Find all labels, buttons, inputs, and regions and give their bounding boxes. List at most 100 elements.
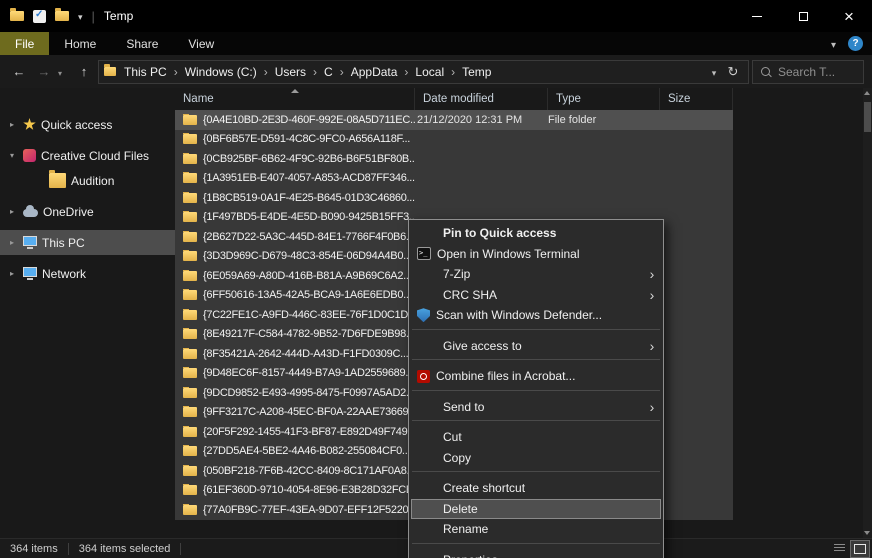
ribbon-tab[interactable]: File <box>0 32 49 55</box>
vertical-scrollbar[interactable] <box>863 88 872 538</box>
file-name: {2B627D22-5A3C-445D-84E1-7766F4F0B6... <box>203 231 414 243</box>
file-row[interactable]: {1B8CB519-0A1F-4E25-B645-01D3C46860... <box>175 188 733 208</box>
column-header[interactable]: Size <box>660 88 733 110</box>
properties-icon[interactable] <box>33 10 46 23</box>
context-menu-item[interactable]: Delete <box>411 499 661 520</box>
ribbon-collapse-chevron-icon[interactable] <box>831 37 836 51</box>
navigation-bar: This PC › Windows (C:) › Users › C › App… <box>0 55 872 88</box>
sidebar-item[interactable]: ▾ Creative Cloud Files <box>0 143 175 168</box>
scroll-down-arrow-icon[interactable] <box>864 531 870 535</box>
breadcrumb-item[interactable]: Local <box>409 65 450 79</box>
folder-icon <box>183 505 197 515</box>
sidebar: ▸ Quick access ▾ Creative Cloud Files Au… <box>0 88 175 538</box>
address-dropdown-chevron-icon[interactable] <box>705 65 723 79</box>
menu-item-icon <box>417 225 437 241</box>
file-name-cell: {050BF218-7F6B-42CC-8409-8C171AF0A8... <box>175 465 415 477</box>
qat-customize-chevron-icon[interactable] <box>78 9 83 23</box>
ribbon-tab[interactable]: Home <box>49 32 111 55</box>
large-icons-view-button[interactable] <box>851 541 869 557</box>
close-button[interactable] <box>826 0 872 32</box>
context-menu-item <box>411 329 661 336</box>
sidebar-item[interactable]: ▸ Quick access <box>0 112 175 137</box>
refresh-icon[interactable] <box>723 64 743 80</box>
column-header[interactable]: Name <box>175 88 415 110</box>
breadcrumb-item[interactable]: Temp <box>456 65 497 79</box>
sidebar-item[interactable]: ▸ OneDrive <box>0 199 175 224</box>
context-menu-item[interactable]: Cut <box>411 427 661 448</box>
help-icon[interactable]: ? <box>848 36 863 51</box>
breadcrumb-item[interactable]: Users <box>269 65 312 79</box>
context-menu-item[interactable]: Create shortcut <box>411 478 661 499</box>
context-menu-item <box>411 390 661 397</box>
context-menu-item[interactable]: 7-Zip <box>411 264 661 285</box>
date-modified-cell: 21/12/2020 12:31 PM <box>415 114 548 126</box>
context-menu-item[interactable]: Give access to <box>411 336 661 357</box>
menu-item-label: Give access to <box>443 339 645 353</box>
context-menu-item[interactable]: Properties <box>411 550 661 558</box>
ribbon-tab[interactable]: Share <box>111 32 173 55</box>
breadcrumb-item[interactable]: This PC <box>118 65 173 79</box>
breadcrumb-item[interactable]: Windows (C:) <box>179 65 263 79</box>
context-menu-item[interactable]: Copy <box>411 448 661 469</box>
forward-button[interactable] <box>33 60 55 84</box>
new-folder-icon[interactable] <box>55 11 69 21</box>
scrollbar-thumb[interactable] <box>864 102 871 132</box>
sidebar-item[interactable]: Audition <box>0 168 175 193</box>
context-menu-item[interactable]: Combine files in Acrobat... <box>411 366 661 387</box>
sidebar-item[interactable]: ▸ This PC <box>0 230 175 255</box>
details-view-button[interactable] <box>830 541 848 557</box>
search-box[interactable]: Search T... <box>752 60 864 84</box>
file-name: {8E49217F-C584-4782-9B52-7D6FDE9B98... <box>203 328 414 340</box>
expand-chevron-icon[interactable]: ▸ <box>6 269 18 278</box>
file-name-cell: {7C22FE1C-A9FD-446C-83EE-76F1D0C1D... <box>175 309 415 321</box>
column-header[interactable]: Type <box>548 88 660 110</box>
sidebar-item-label: Network <box>42 267 86 281</box>
breadcrumb-item[interactable]: C <box>318 65 339 79</box>
context-menu-item <box>411 420 661 427</box>
expand-chevron-icon[interactable]: ▸ <box>6 207 18 216</box>
file-row[interactable]: {0A4E10BD-2E3D-460F-992E-08A5D711EC... 2… <box>175 110 733 130</box>
menu-item-icon <box>417 501 437 517</box>
menu-item-icon <box>417 287 437 303</box>
file-name-cell: {61EF360D-9710-4054-8E96-E3B28D32FCE... <box>175 484 415 496</box>
minimize-button[interactable] <box>734 0 780 32</box>
file-row[interactable]: {1A3951EB-E407-4057-A853-ACD87FF346... <box>175 169 733 189</box>
up-button[interactable] <box>73 60 95 84</box>
sidebar-item-label: Creative Cloud Files <box>41 149 149 163</box>
context-menu-item[interactable]: Pin to Quick access <box>411 223 661 244</box>
file-name: {0BF6B57E-D591-4C8C-9FC0-A656A118F... <box>203 133 410 145</box>
file-row[interactable]: {0CB925BF-6B62-4F9C-92B6-B6F51BF80B... <box>175 149 733 169</box>
file-row[interactable]: {0BF6B57E-D591-4C8C-9FC0-A656A118F... <box>175 130 733 150</box>
recent-locations-chevron-icon[interactable] <box>58 65 70 79</box>
context-menu-item[interactable]: CRC SHA <box>411 285 661 306</box>
context-menu-item[interactable]: Open in Windows Terminal <box>411 244 661 265</box>
column-header[interactable]: Date modified <box>415 88 548 110</box>
expand-chevron-icon[interactable]: ▾ <box>6 151 18 160</box>
address-bar[interactable]: This PC › Windows (C:) › Users › C › App… <box>98 60 749 84</box>
file-name: {6FF50616-13A5-42A5-BCA9-1A6E6EDB0... <box>203 289 411 301</box>
scroll-up-arrow-icon[interactable] <box>864 91 870 95</box>
sidebar-item-label: Audition <box>71 174 114 188</box>
type-cell: File folder <box>548 114 660 126</box>
file-name-cell: {0CB925BF-6B62-4F9C-92B6-B6F51BF80B... <box>175 153 415 165</box>
view-toggles <box>830 541 872 557</box>
sidebar-item[interactable]: ▸ Network <box>0 261 175 286</box>
context-menu-item[interactable]: Send to <box>411 397 661 418</box>
context-menu-item[interactable]: Scan with Windows Defender... <box>411 305 661 326</box>
file-name-cell: {77A0FB9C-77EF-43EA-9D07-EFF12F5220... <box>175 504 415 516</box>
expand-chevron-icon[interactable]: ▸ <box>6 120 18 129</box>
file-name: {0A4E10BD-2E3D-460F-992E-08A5D711EC... <box>203 114 415 126</box>
breadcrumb-item[interactable]: AppData <box>345 65 404 79</box>
file-name-cell: {8F35421A-2642-444D-A43D-F1FD0309C... <box>175 348 415 360</box>
folder-icon <box>183 193 197 203</box>
maximize-button[interactable] <box>780 0 826 32</box>
context-menu-item[interactable]: Rename <box>411 519 661 540</box>
back-button[interactable] <box>8 60 30 84</box>
file-name-cell: {8E49217F-C584-4782-9B52-7D6FDE9B98... <box>175 328 415 340</box>
file-name-cell: {9D48EC6F-8157-4449-B7A9-1AD2559689... <box>175 367 415 379</box>
folder-icon <box>49 173 66 188</box>
menu-item-label: Copy <box>443 451 645 465</box>
menu-item-icon <box>417 399 437 415</box>
ribbon-tab[interactable]: View <box>173 32 229 55</box>
expand-chevron-icon[interactable]: ▸ <box>6 238 18 247</box>
